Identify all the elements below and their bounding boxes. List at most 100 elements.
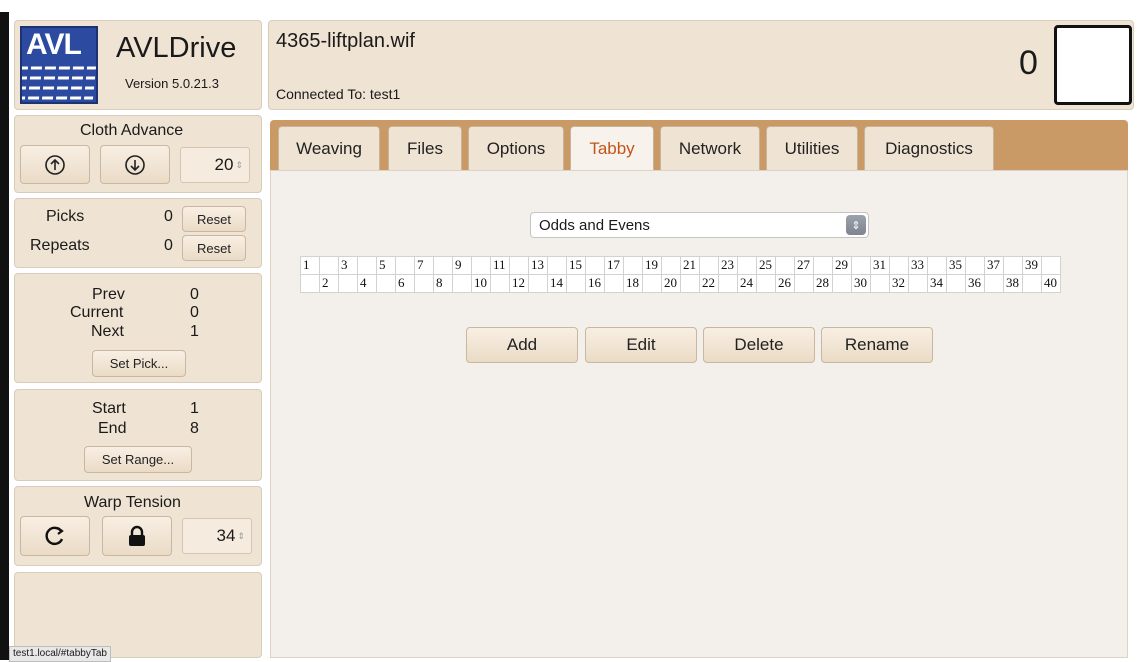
treadle-cell[interactable] — [1003, 256, 1023, 275]
treadle-cell[interactable]: 18 — [623, 274, 643, 293]
treadle-cell[interactable]: 24 — [737, 274, 757, 293]
treadle-cell[interactable] — [528, 274, 548, 293]
delete-button[interactable]: Delete — [703, 327, 815, 363]
treadle-cell[interactable] — [908, 274, 928, 293]
treadle-cell[interactable]: 16 — [585, 274, 605, 293]
treadle-cell[interactable]: 19 — [642, 256, 662, 275]
treadle-cell[interactable] — [547, 256, 567, 275]
treadle-cell[interactable]: 36 — [965, 274, 985, 293]
treadle-cell[interactable]: 17 — [604, 256, 624, 275]
advance-down-button[interactable] — [100, 145, 170, 184]
advance-amount-stepper[interactable]: 20 ⇕ — [180, 147, 250, 183]
picks-reset-button[interactable]: Reset — [182, 206, 246, 232]
treadle-cell[interactable] — [965, 256, 985, 275]
rename-button[interactable]: Rename — [821, 327, 933, 363]
treadle-cell[interactable] — [984, 274, 1004, 293]
treadle-cell[interactable]: 22 — [699, 274, 719, 293]
treadle-cell[interactable] — [1022, 274, 1042, 293]
treadle-cell[interactable]: 1 — [300, 256, 320, 275]
tension-amount-stepper[interactable]: 34 ⇕ — [182, 518, 252, 554]
treadle-cell[interactable]: 37 — [984, 256, 1004, 275]
treadle-cell[interactable] — [509, 256, 529, 275]
edit-button[interactable]: Edit — [585, 327, 697, 363]
tab-network[interactable]: Network — [660, 126, 760, 170]
treadle-cell[interactable] — [433, 256, 453, 275]
treadle-cell[interactable]: 39 — [1022, 256, 1042, 275]
treadle-cell[interactable]: 10 — [471, 274, 491, 293]
treadle-cell[interactable] — [946, 274, 966, 293]
treadle-cell[interactable]: 6 — [395, 274, 415, 293]
treadle-cell[interactable] — [832, 274, 852, 293]
treadle-cell[interactable]: 5 — [376, 256, 396, 275]
treadle-cell[interactable] — [699, 256, 719, 275]
advance-up-button[interactable] — [20, 145, 90, 184]
treadle-cell[interactable]: 20 — [661, 274, 681, 293]
treadle-cell[interactable]: 31 — [870, 256, 890, 275]
treadle-cell[interactable]: 9 — [452, 256, 472, 275]
treadle-cell[interactable] — [319, 256, 339, 275]
treadle-cell[interactable] — [642, 274, 662, 293]
treadle-cell[interactable] — [775, 256, 795, 275]
treadle-cell[interactable] — [813, 256, 833, 275]
treadle-cell[interactable]: 32 — [889, 274, 909, 293]
tab-weaving[interactable]: Weaving — [278, 126, 380, 170]
treadle-cell[interactable] — [794, 274, 814, 293]
treadle-cell[interactable]: 7 — [414, 256, 434, 275]
treadle-cell[interactable]: 12 — [509, 274, 529, 293]
treadle-cell[interactable] — [927, 256, 947, 275]
treadle-cell[interactable]: 3 — [338, 256, 358, 275]
treadle-cell[interactable] — [680, 274, 700, 293]
treadle-cell[interactable]: 13 — [528, 256, 548, 275]
tab-utilities[interactable]: Utilities — [766, 126, 858, 170]
tab-files[interactable]: Files — [388, 126, 462, 170]
tension-refresh-button[interactable] — [20, 516, 90, 556]
treadle-cell[interactable]: 25 — [756, 256, 776, 275]
treadle-cell[interactable] — [452, 274, 472, 293]
treadle-cell[interactable]: 26 — [775, 274, 795, 293]
treadle-cell[interactable] — [661, 256, 681, 275]
treadle-cell[interactable]: 33 — [908, 256, 928, 275]
treadle-cell[interactable] — [357, 256, 377, 275]
treadle-cell[interactable]: 28 — [813, 274, 833, 293]
tension-lock-button[interactable] — [102, 516, 172, 556]
treadle-cell[interactable]: 29 — [832, 256, 852, 275]
tab-options[interactable]: Options — [468, 126, 564, 170]
treadle-cell[interactable]: 15 — [566, 256, 586, 275]
treadle-cell[interactable] — [414, 274, 434, 293]
treadle-cell[interactable] — [870, 274, 890, 293]
treadle-cell[interactable] — [395, 256, 415, 275]
treadle-cell[interactable]: 8 — [433, 274, 453, 293]
treadle-cell[interactable]: 11 — [490, 256, 510, 275]
treadle-cell[interactable]: 38 — [1003, 274, 1023, 293]
repeats-reset-button[interactable]: Reset — [182, 235, 246, 261]
treadle-cell[interactable] — [490, 274, 510, 293]
treadle-cell[interactable] — [718, 274, 738, 293]
treadle-cell[interactable] — [566, 274, 586, 293]
treadle-cell[interactable]: 30 — [851, 274, 871, 293]
tab-diagnostics[interactable]: Diagnostics — [864, 126, 994, 170]
treadle-cell[interactable]: 14 — [547, 274, 567, 293]
treadle-cell[interactable] — [585, 256, 605, 275]
treadle-cell[interactable] — [300, 274, 320, 293]
treadle-cell[interactable]: 4 — [357, 274, 377, 293]
set-range-button[interactable]: Set Range... — [84, 446, 192, 473]
treadle-cell[interactable]: 27 — [794, 256, 814, 275]
set-pick-button[interactable]: Set Pick... — [92, 350, 186, 377]
treadle-cell[interactable]: 23 — [718, 256, 738, 275]
treadle-cell[interactable] — [604, 274, 624, 293]
treadle-cell[interactable]: 21 — [680, 256, 700, 275]
treadle-cell[interactable]: 40 — [1041, 274, 1061, 293]
treadle-cell[interactable] — [889, 256, 909, 275]
treadle-cell[interactable] — [851, 256, 871, 275]
tabby-preset-select[interactable]: Odds and Evens ⇕ — [530, 212, 869, 238]
treadle-cell[interactable]: 2 — [319, 274, 339, 293]
treadle-cell[interactable]: 35 — [946, 256, 966, 275]
treadle-cell[interactable] — [756, 274, 776, 293]
treadle-cell[interactable] — [737, 256, 757, 275]
treadle-cell[interactable] — [338, 274, 358, 293]
treadle-cell[interactable] — [1041, 256, 1061, 275]
tab-tabby[interactable]: Tabby — [570, 126, 654, 170]
treadle-cell[interactable] — [471, 256, 491, 275]
treadle-cell[interactable]: 34 — [927, 274, 947, 293]
treadle-cell[interactable] — [376, 274, 396, 293]
